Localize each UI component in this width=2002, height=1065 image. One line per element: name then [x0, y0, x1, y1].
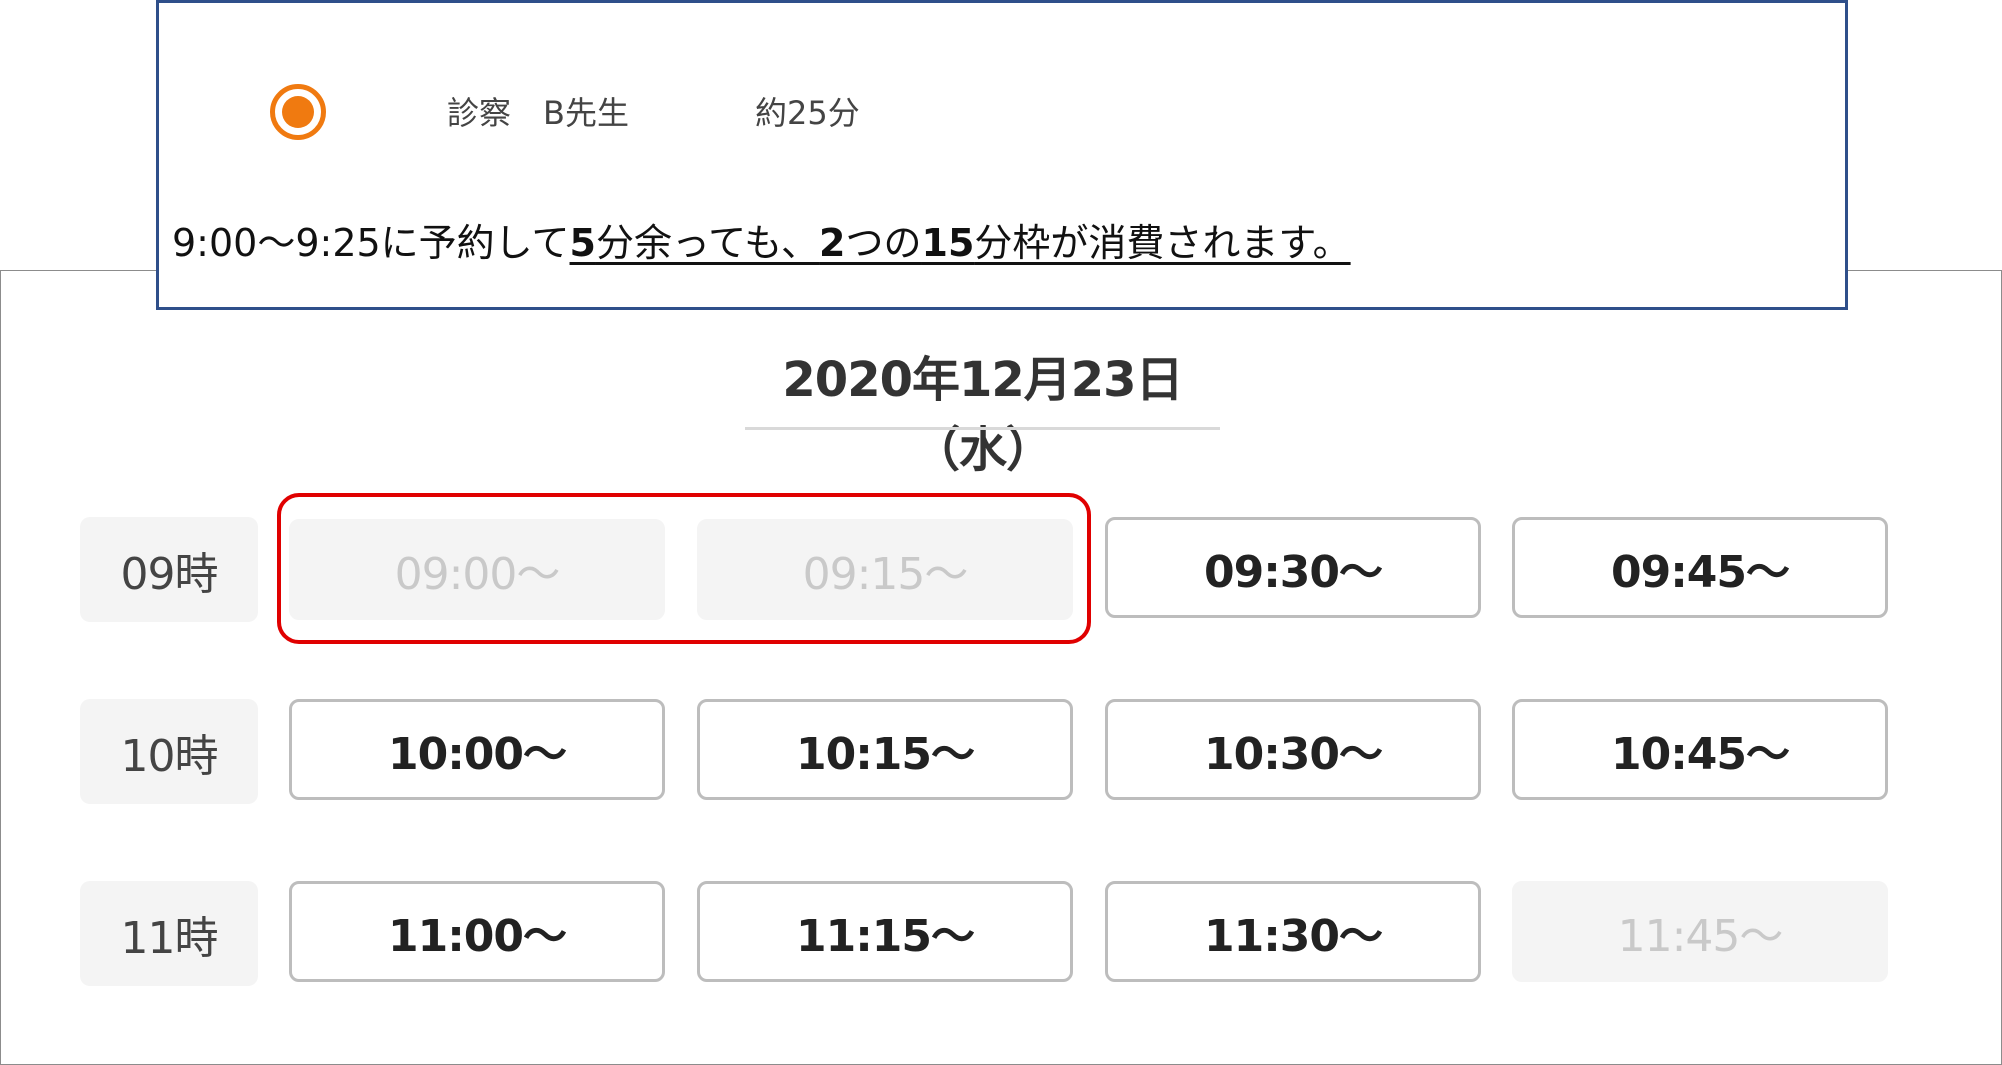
hour-label-11: 11時 [80, 881, 258, 986]
service-duration: 約25分 [755, 94, 860, 132]
slot-0930-button[interactable]: 09:30〜 [1105, 517, 1481, 618]
slot-1015-button[interactable]: 10:15〜 [697, 699, 1073, 800]
hour-label-10: 10時 [80, 699, 258, 804]
service-name: 診察 B先生 [447, 94, 629, 132]
slot-1115-button[interactable]: 11:15〜 [697, 881, 1073, 982]
hour-label-09: 09時 [80, 517, 258, 622]
booking-screen: 2020年12月23日（水） 09時 09:00〜 09:15〜 09:30〜 … [0, 0, 2002, 1065]
slot-1030-button[interactable]: 10:30〜 [1105, 699, 1481, 800]
date-underline [745, 427, 1220, 430]
slot-0900-button: 09:00〜 [289, 519, 665, 620]
date-heading: 2020年12月23日（水） [782, 352, 1183, 478]
callout-note: 9:00〜9:25に予約して5分余っても、2つの15分枠が消費されます。 [172, 212, 1351, 267]
note-part-4: 15 [921, 221, 975, 265]
note-plain-text: 9:00〜9:25に予約して [172, 221, 570, 265]
slot-1130-button[interactable]: 11:30〜 [1105, 881, 1481, 982]
note-part-2: 2 [819, 221, 846, 265]
note-part-0: 5 [569, 221, 596, 265]
note-part-3: つの [845, 221, 922, 265]
note-part-1: 分余っても、 [595, 221, 820, 265]
radio-dot [282, 96, 314, 128]
slot-0945-button[interactable]: 09:45〜 [1512, 517, 1888, 618]
slot-1000-button[interactable]: 10:00〜 [289, 699, 665, 800]
slot-1145-button: 11:45〜 [1512, 881, 1888, 982]
note-emphasis: 5分余っても、2つの15分枠が消費されます。 [570, 221, 1351, 265]
slot-1100-button[interactable]: 11:00〜 [289, 881, 665, 982]
slot-1045-button[interactable]: 10:45〜 [1512, 699, 1888, 800]
note-part-5: 分枠が消費されます。 [974, 221, 1351, 265]
slot-0915-button: 09:15〜 [697, 519, 1073, 620]
selected-radio-icon[interactable] [270, 84, 326, 140]
